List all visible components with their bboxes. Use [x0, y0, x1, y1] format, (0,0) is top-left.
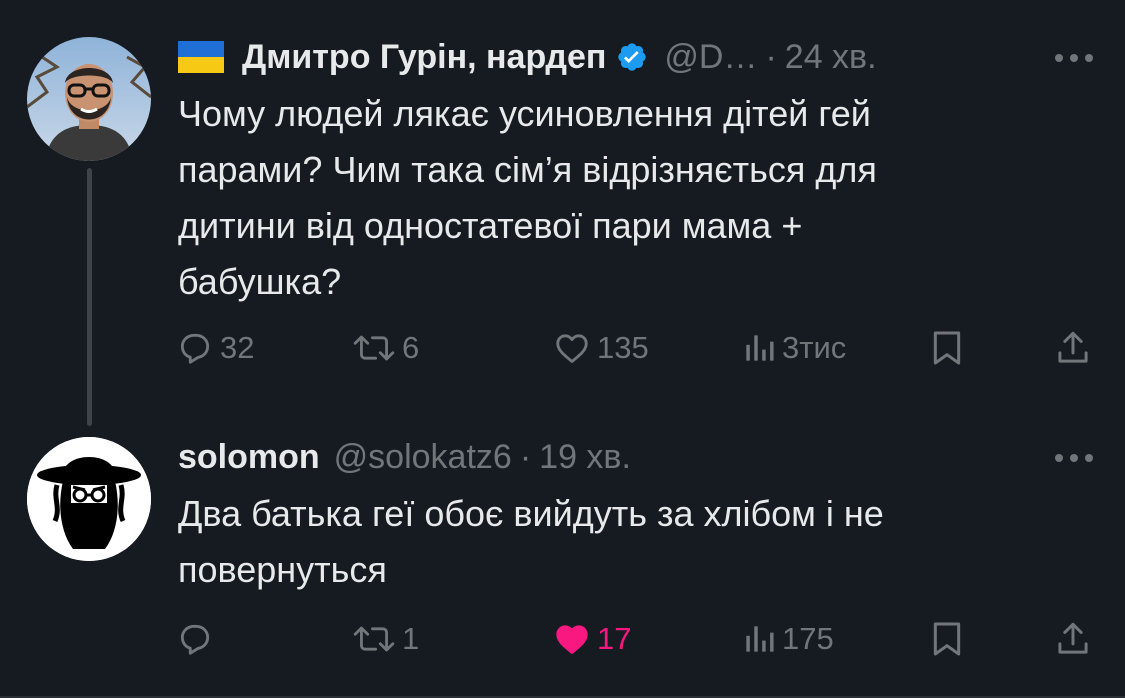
repost-icon	[353, 626, 395, 652]
bookmark-icon	[933, 622, 961, 656]
more-options-icon[interactable]	[1055, 54, 1093, 62]
share-icon	[1058, 331, 1088, 363]
tweet-time[interactable]: 24 хв.	[785, 38, 877, 77]
tweet-time[interactable]: 19 хв.	[539, 438, 631, 477]
views-button[interactable]: 175	[742, 617, 834, 661]
like-button-liked[interactable]: 17	[553, 617, 631, 661]
bookmark-icon	[933, 331, 961, 365]
tweet-2[interactable]: solomon @solokatz6 · 19 хв. Два батька г…	[0, 420, 1125, 698]
tweet-text: Два батька геї обоє вийдуть за хлібом і …	[178, 493, 884, 590]
like-button[interactable]: 135	[553, 326, 649, 370]
more-options-icon[interactable]	[1055, 454, 1093, 462]
reply-count: 32	[220, 330, 255, 365]
tweet-header: solomon @solokatz6 · 19 хв.	[178, 432, 631, 482]
thread-connector-line	[87, 168, 92, 426]
separator-dot: ·	[765, 37, 777, 76]
tweet-text: Чому людей лякає усиновлення дітей гей п…	[178, 93, 877, 302]
repost-button[interactable]: 6	[352, 326, 419, 370]
tweet-actions: 1 17 175	[0, 617, 1125, 661]
reply-icon	[180, 624, 210, 655]
share-button[interactable]	[1055, 326, 1091, 370]
avatar-photo-icon	[27, 37, 151, 161]
reply-icon	[180, 333, 210, 364]
heart-filled-icon	[556, 625, 588, 654]
share-icon	[1058, 622, 1088, 654]
author-name[interactable]: solomon	[178, 438, 320, 477]
repost-button[interactable]: 1	[352, 617, 419, 661]
repost-icon	[353, 335, 395, 361]
like-count: 135	[597, 330, 649, 365]
verified-badge-icon	[616, 41, 648, 73]
author-name[interactable]: Дмитро Гурін, нардеп	[242, 38, 606, 77]
bookmark-button[interactable]	[930, 326, 964, 370]
like-count: 17	[597, 621, 632, 656]
views-icon	[746, 335, 774, 361]
separator-dot: ·	[519, 437, 532, 476]
repost-count: 6	[402, 330, 420, 365]
heart-icon	[556, 334, 588, 363]
views-button[interactable]: 3тис	[742, 326, 846, 370]
bookmark-button[interactable]	[930, 617, 964, 661]
repost-count: 1	[402, 621, 420, 656]
reply-button[interactable]: 32	[176, 326, 254, 370]
views-icon	[746, 626, 774, 652]
reply-button[interactable]	[176, 617, 220, 661]
author-handle[interactable]: @D…	[664, 38, 757, 77]
avatar-dmytro[interactable]	[27, 37, 151, 161]
share-button[interactable]	[1055, 617, 1091, 661]
views-count: 175	[782, 621, 834, 656]
tweet-1[interactable]: Дмитро Гурін, нардеп @D… · 24 хв. Чому л…	[0, 0, 1125, 420]
avatar-cartoon-icon	[27, 437, 151, 561]
tweet-header: Дмитро Гурін, нардеп @D… · 24 хв.	[178, 32, 877, 82]
avatar-solomon[interactable]	[27, 437, 151, 561]
author-handle[interactable]: @solokatz6	[334, 438, 512, 477]
views-count: 3тис	[782, 330, 847, 365]
ukraine-flag-icon	[178, 41, 224, 73]
tweet-actions: 32 6 135 3тис	[0, 326, 1125, 370]
